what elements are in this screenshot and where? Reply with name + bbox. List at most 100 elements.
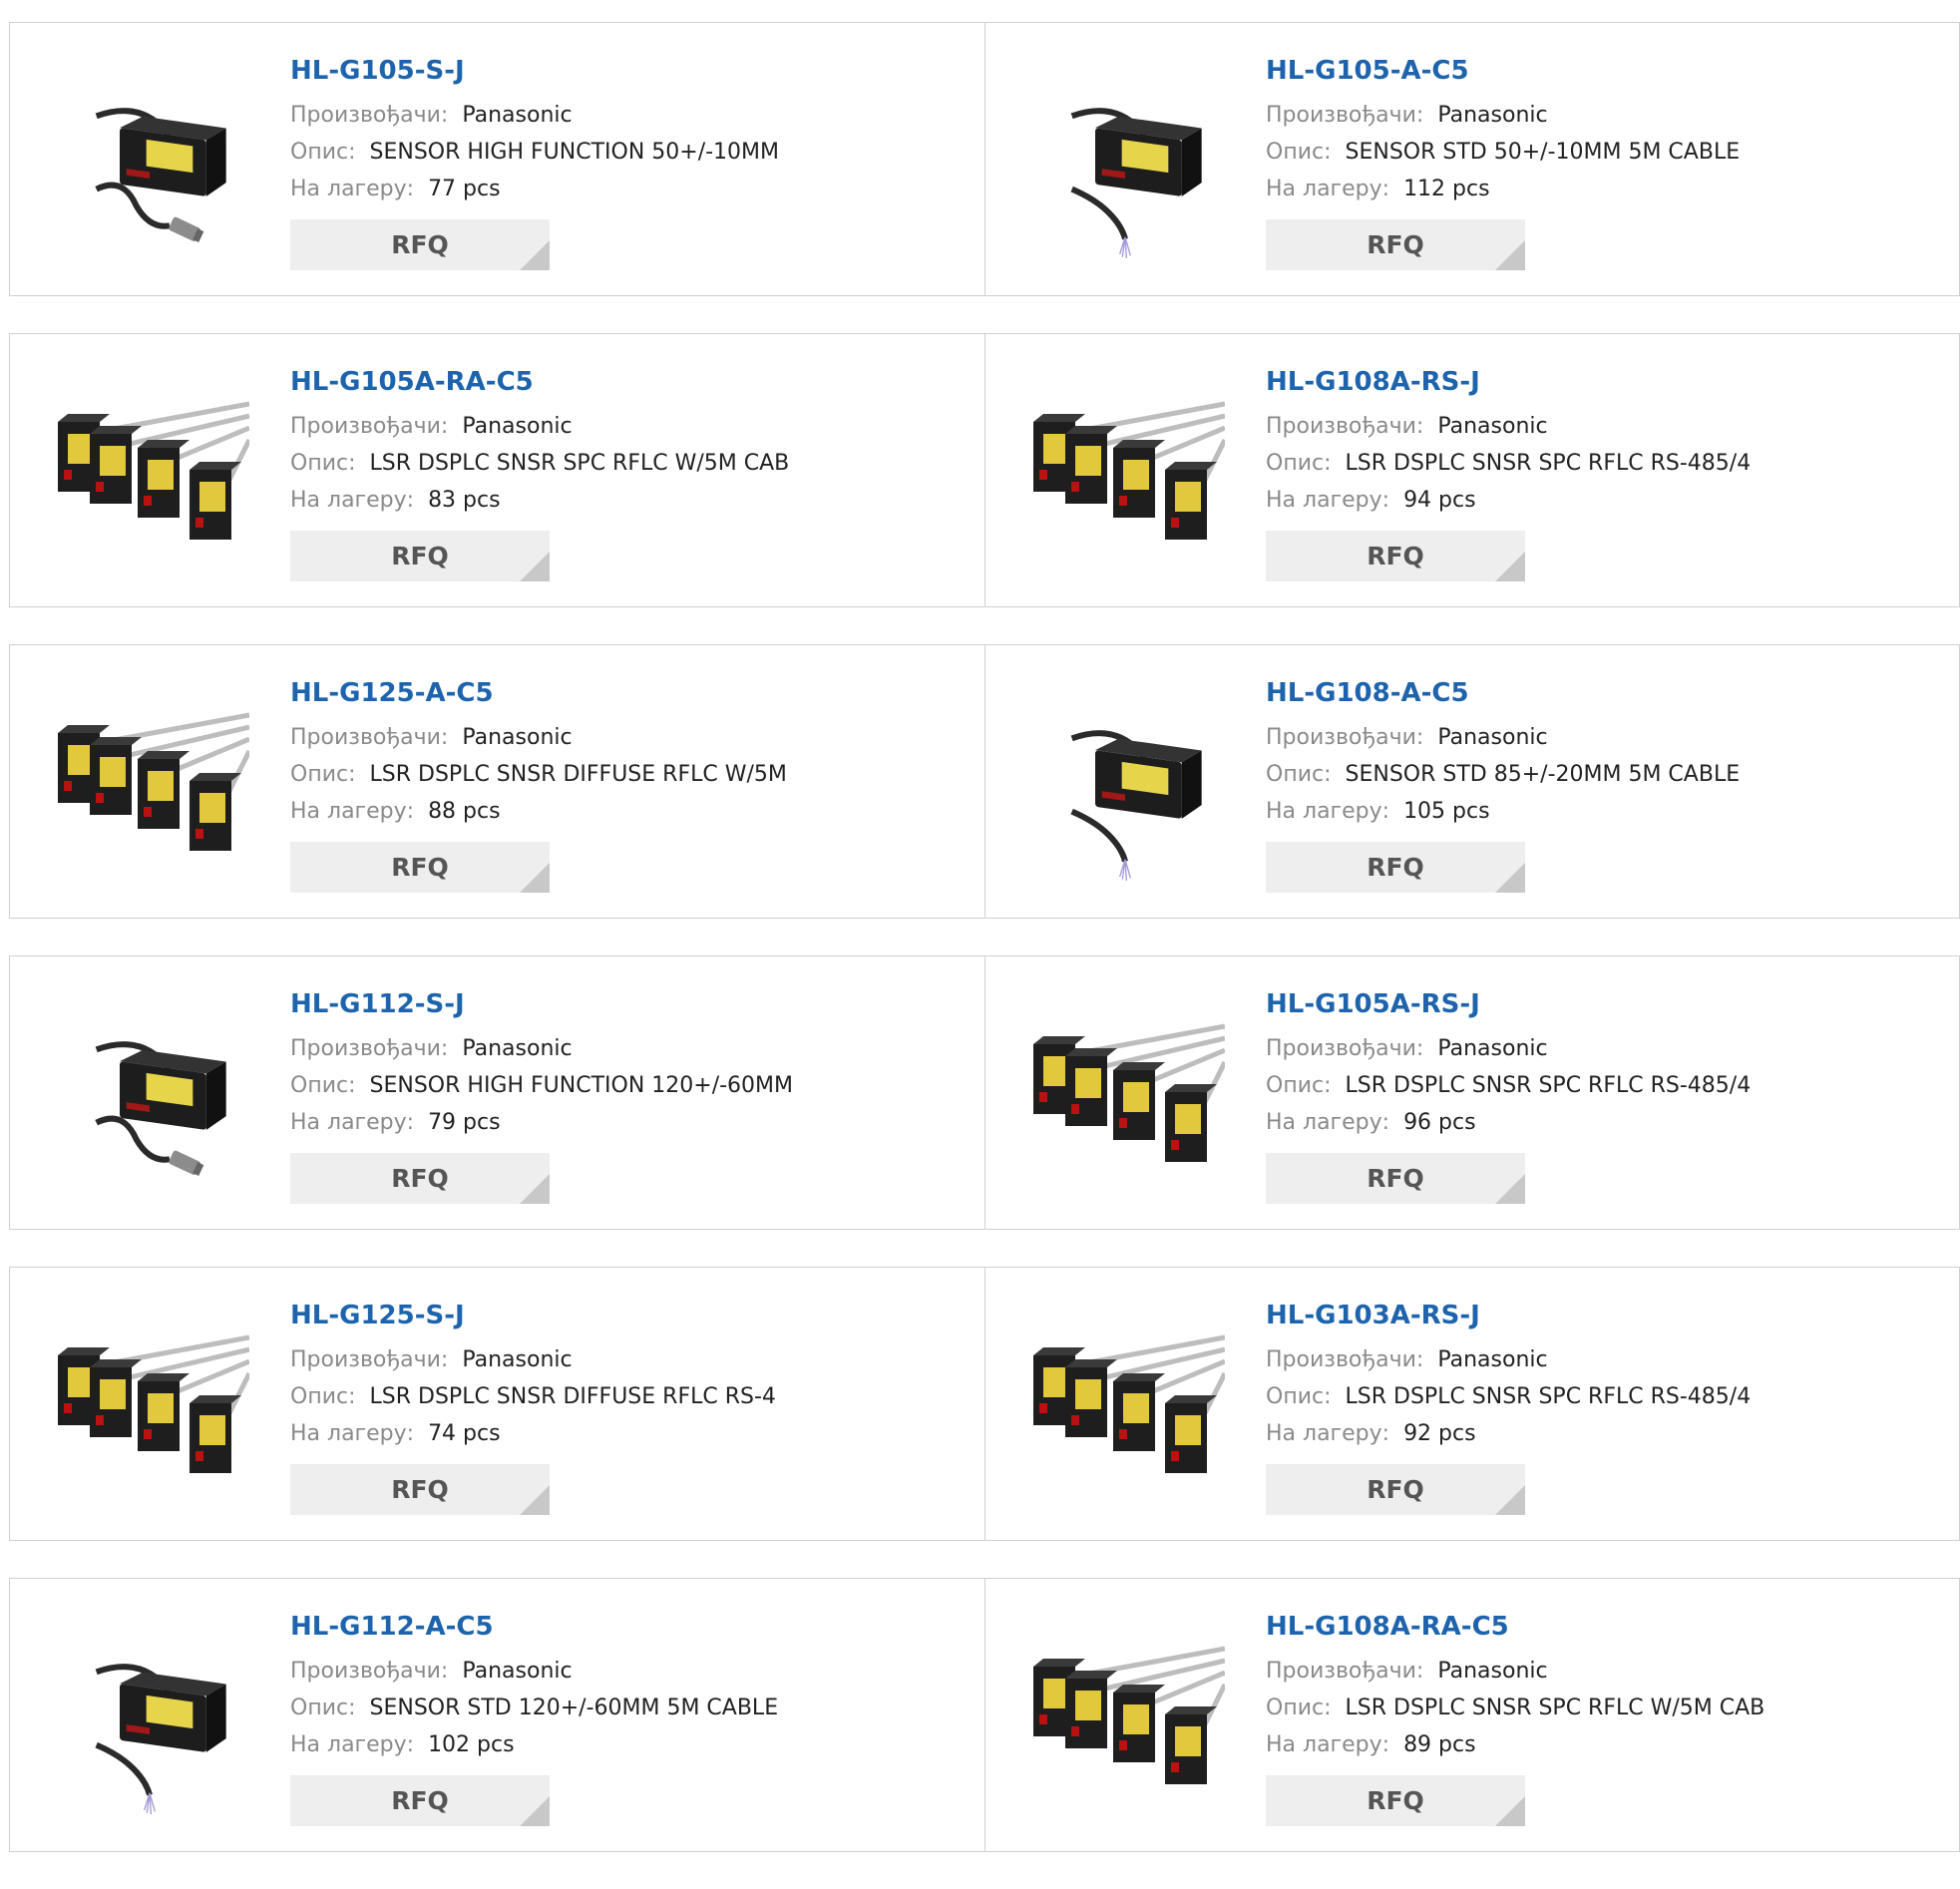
- stock-label: На лагеру:: [290, 799, 415, 824]
- rfq-label: RFQ: [1367, 542, 1424, 570]
- product-info: HL-G108A-RS-J Произвођачи: Panasonic Опис…: [1266, 364, 1949, 581]
- description-label: Опис:: [290, 451, 356, 476]
- stock-label: На лагеру:: [290, 1732, 415, 1757]
- product-card: HL-G108A-RA-C5 Произвођачи: Panasonic Опи…: [984, 1579, 1959, 1851]
- description-value: SENSOR HIGH FUNCTION 50+/-10MM: [369, 140, 780, 165]
- sensor-group-image[interactable]: [1025, 1619, 1225, 1818]
- manufacturer-value: Panasonic: [462, 1659, 573, 1684]
- part-number-link[interactable]: HL-G105A-RA-C5: [290, 364, 975, 400]
- manufacturer-label: Произвођачи:: [290, 1036, 449, 1061]
- rfq-label: RFQ: [391, 542, 449, 570]
- stock-value: 102 pcs: [428, 1732, 515, 1757]
- rfq-label: RFQ: [391, 1475, 449, 1504]
- manufacturer-label: Произвођачи:: [1266, 725, 1424, 750]
- part-number-link[interactable]: HL-G112-A-C5: [290, 1609, 975, 1645]
- stock-value: 92 pcs: [1403, 1421, 1476, 1446]
- description-value: LSR DSPLC SNSR SPC RFLC RS-485/4: [1345, 1073, 1752, 1098]
- rfq-button[interactable]: RFQ: [290, 531, 550, 581]
- product-info: HL-G108-A-C5 Произвођачи: Panasonic Опис:…: [1266, 675, 1949, 893]
- manufacturer-line: Произвођачи: Panasonic: [290, 97, 975, 134]
- description-line: Опис: SENSOR HIGH FUNCTION 120+/-60MM: [290, 1067, 975, 1104]
- description-line: Опис: LSR DSPLC SNSR SPC RFLC W/5M CAB: [290, 445, 975, 482]
- rfq-button[interactable]: RFQ: [290, 1464, 550, 1515]
- description-line: Опис: LSR DSPLC SNSR SPC RFLC RS-485/4: [1266, 1378, 1949, 1415]
- product-info: HL-G105A-RS-J Произвођачи: Panasonic Опис…: [1266, 986, 1949, 1204]
- product-card: HL-G108A-RS-J Произвођачи: Panasonic Опис…: [984, 334, 1959, 606]
- part-number-link[interactable]: HL-G105-S-J: [290, 53, 975, 89]
- sensor-group-image[interactable]: [1025, 996, 1225, 1196]
- description-label: Опис:: [1266, 451, 1332, 476]
- rfq-button[interactable]: RFQ: [290, 219, 550, 270]
- rfq-button[interactable]: RFQ: [1266, 1775, 1525, 1826]
- manufacturer-value: Panasonic: [462, 103, 573, 128]
- stock-label: На лагеру:: [290, 1110, 415, 1135]
- rfq-button[interactable]: RFQ: [1266, 219, 1525, 270]
- description-line: Опис: SENSOR STD 50+/-10MM 5M CABLE: [1266, 134, 1949, 171]
- product-card: HL-G103A-RS-J Произвођачи: Panasonic Опис…: [984, 1268, 1959, 1540]
- product-card: HL-G112-A-C5 Произвођачи: Panasonic Опис:…: [10, 1579, 984, 1851]
- rfq-button[interactable]: RFQ: [1266, 842, 1525, 893]
- rfq-corner-decoration: [1495, 1174, 1525, 1204]
- product-card: HL-G105A-RS-J Произвођачи: Panasonic Опис…: [984, 956, 1959, 1229]
- rfq-button[interactable]: RFQ: [290, 842, 550, 893]
- rfq-button[interactable]: RFQ: [1266, 1464, 1525, 1515]
- description-label: Опис:: [290, 1073, 356, 1098]
- product-info: HL-G103A-RS-J Произвођачи: Panasonic Опис…: [1266, 1298, 1949, 1515]
- product-row: HL-G105-S-J Произвођачи: Panasonic Опис: S…: [9, 22, 1960, 296]
- sensor-group-image[interactable]: [1025, 1308, 1225, 1507]
- part-number-link[interactable]: HL-G112-S-J: [290, 986, 975, 1022]
- rfq-label: RFQ: [1367, 1475, 1424, 1504]
- manufacturer-value: Panasonic: [462, 1347, 573, 1372]
- stock-value: 74 pcs: [428, 1421, 501, 1446]
- description-label: Опис:: [1266, 140, 1332, 165]
- manufacturer-line: Произвођачи: Panasonic: [1266, 1341, 1949, 1378]
- stock-line: На лагеру: 74 pcs: [290, 1415, 975, 1452]
- sensor-group-image[interactable]: [50, 374, 249, 573]
- sensor-group-image[interactable]: [50, 685, 249, 885]
- rfq-corner-decoration: [1495, 1485, 1525, 1515]
- rfq-button[interactable]: RFQ: [290, 1153, 550, 1204]
- description-label: Опис:: [1266, 1384, 1332, 1409]
- product-card: HL-G105A-RA-C5 Произвођачи: Panasonic Опи…: [10, 334, 984, 606]
- manufacturer-line: Произвођачи: Panasonic: [1266, 408, 1949, 445]
- manufacturer-line: Произвођачи: Panasonic: [290, 1653, 975, 1690]
- stock-value: 77 pcs: [428, 177, 501, 201]
- description-line: Опис: LSR DSPLC SNSR DIFFUSE RFLC RS-4: [290, 1378, 975, 1415]
- sensor-connector-image[interactable]: [50, 996, 249, 1196]
- rfq-button[interactable]: RFQ: [290, 1775, 550, 1826]
- manufacturer-value: Panasonic: [1437, 414, 1548, 439]
- part-number-link[interactable]: HL-G103A-RS-J: [1266, 1298, 1949, 1333]
- sensor-cable-image[interactable]: [1025, 685, 1225, 885]
- description-value: SENSOR STD 50+/-10MM 5M CABLE: [1345, 140, 1741, 165]
- manufacturer-value: Panasonic: [462, 414, 573, 439]
- sensor-group-image[interactable]: [50, 1308, 249, 1507]
- product-card: HL-G105-S-J Произвођачи: Panasonic Опис: S…: [10, 23, 984, 295]
- rfq-button[interactable]: RFQ: [1266, 1153, 1525, 1204]
- description-value: LSR DSPLC SNSR SPC RFLC W/5M CAB: [1345, 1696, 1765, 1720]
- manufacturer-value: Panasonic: [1437, 1347, 1548, 1372]
- part-number-link[interactable]: HL-G105A-RS-J: [1266, 986, 1949, 1022]
- sensor-cable-image[interactable]: [1025, 63, 1225, 262]
- part-number-link[interactable]: HL-G108A-RA-C5: [1266, 1609, 1949, 1645]
- description-label: Опис:: [1266, 762, 1332, 787]
- part-number-link[interactable]: HL-G105-A-C5: [1266, 53, 1949, 89]
- sensor-group-image[interactable]: [1025, 374, 1225, 573]
- rfq-label: RFQ: [391, 1164, 449, 1193]
- stock-line: На лагеру: 92 pcs: [1266, 1415, 1949, 1452]
- stock-label: На лагеру:: [1266, 488, 1390, 513]
- sensor-cable-image[interactable]: [50, 1619, 249, 1818]
- part-number-link[interactable]: HL-G125-S-J: [290, 1298, 975, 1333]
- rfq-button[interactable]: RFQ: [1266, 531, 1525, 581]
- manufacturer-label: Произвођачи:: [1266, 1659, 1424, 1684]
- part-number-link[interactable]: HL-G108A-RS-J: [1266, 364, 1949, 400]
- part-number-link[interactable]: HL-G125-A-C5: [290, 675, 975, 711]
- manufacturer-label: Произвођачи:: [1266, 414, 1424, 439]
- part-number-link[interactable]: HL-G108-A-C5: [1266, 675, 1949, 711]
- product-info: HL-G112-S-J Произвођачи: Panasonic Опис: S…: [290, 986, 975, 1204]
- description-value: SENSOR STD 85+/-20MM 5M CABLE: [1345, 762, 1741, 787]
- rfq-corner-decoration: [520, 863, 550, 893]
- manufacturer-line: Произвођачи: Panasonic: [1266, 97, 1949, 134]
- stock-value: 79 pcs: [428, 1110, 501, 1135]
- product-row: HL-G112-S-J Произвођачи: Panasonic Опис: S…: [9, 955, 1960, 1230]
- sensor-connector-image[interactable]: [50, 63, 249, 262]
